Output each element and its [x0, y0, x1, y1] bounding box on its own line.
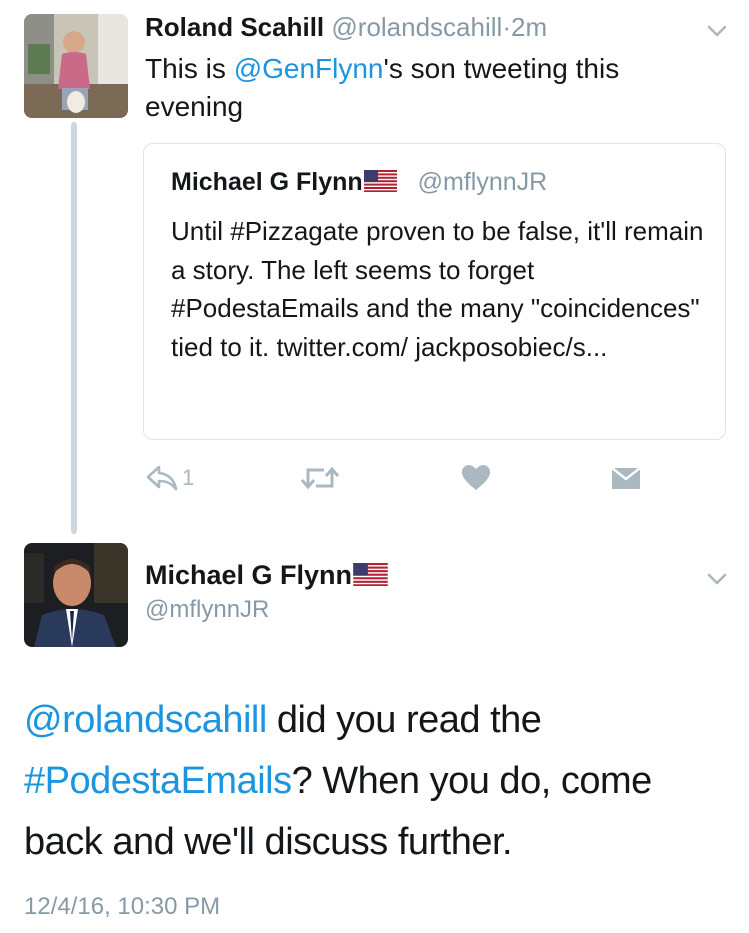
hashtag-link-podestaemails[interactable]: #PodestaEmails	[24, 760, 292, 802]
retweet-button[interactable]	[300, 464, 340, 492]
retweet-icon	[300, 464, 340, 492]
tweet2-text-part1: did you read the	[266, 699, 542, 741]
reply-icon	[146, 464, 178, 492]
tweet1-text: This is @GenFlynn's son tweeting this ev…	[145, 50, 715, 126]
thread-connector-line	[71, 122, 77, 534]
tweet1-text-prefix: This is	[145, 53, 234, 84]
tweet1-separator: ·	[502, 12, 511, 42]
quoted-tweet-text: Until #Pizzagate proven to be false, it'…	[171, 216, 704, 362]
quoted-author-handle: @mflynnJR	[417, 168, 548, 196]
quoted-author-name: Michael G Flynn	[171, 168, 363, 196]
chevron-down-icon[interactable]	[704, 18, 730, 44]
quoted-tweet-card[interactable]: Michael G Flynn @mflynnJR Until #Pizzaga…	[143, 143, 726, 440]
tweet1-time[interactable]: 2m	[511, 12, 547, 42]
reply-count: 1	[182, 465, 195, 490]
tweet2-avatar[interactable]	[24, 543, 128, 647]
us-flag-icon	[363, 170, 397, 199]
like-icon	[461, 464, 491, 492]
tweet1-author-handle[interactable]: @rolandscahill	[331, 12, 502, 42]
mention-link-rolandscahill[interactable]: @rolandscahill	[24, 699, 267, 741]
reply-button[interactable]: 1	[146, 464, 194, 492]
tweet2-author-name-text: Michael G Flynn	[145, 560, 353, 590]
tweet2-timestamp: 12/4/16, 10:30 PM	[24, 893, 221, 920]
tweet1-avatar[interactable]	[24, 14, 128, 118]
us-flag-icon	[353, 562, 388, 593]
mention-link-genflynn[interactable]: @GenFlynn	[234, 53, 384, 84]
tweet1-header: Roland Scahill @rolandscahill·2m	[145, 12, 547, 43]
quoted-tweet-header: Michael G Flynn @mflynnJR	[171, 168, 547, 199]
direct-message-button[interactable]	[611, 464, 641, 492]
message-icon	[611, 464, 641, 492]
tweet1-author-name[interactable]: Roland Scahill	[145, 12, 324, 42]
tweet2-author-handle[interactable]: @mflynnJR	[145, 596, 269, 624]
chevron-down-icon[interactable]	[704, 566, 730, 592]
tweet2-text: @rolandscahill did you read the #Podesta…	[24, 690, 724, 873]
tweet2-author-name[interactable]: Michael G Flynn	[145, 560, 388, 593]
like-button[interactable]	[461, 464, 491, 492]
